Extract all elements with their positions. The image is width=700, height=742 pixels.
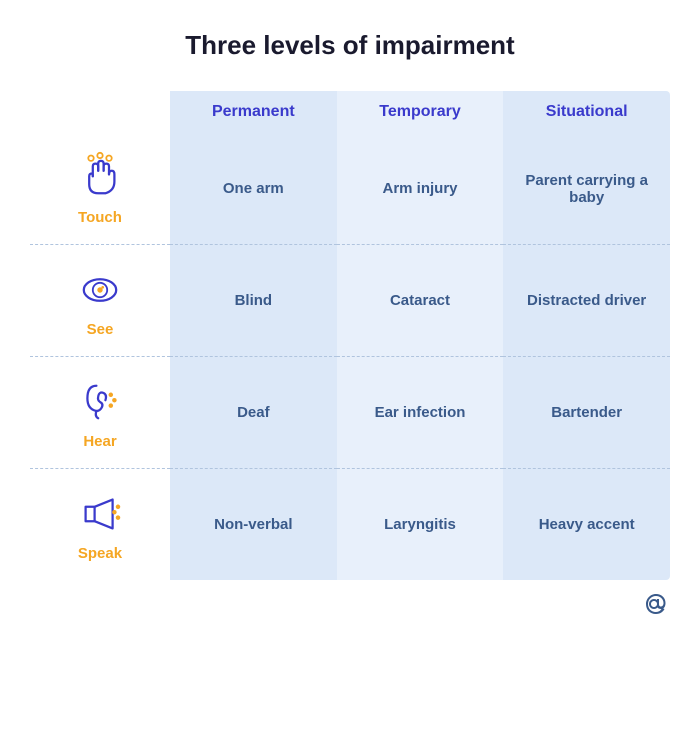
- speak-situational: Heavy accent: [503, 469, 670, 580]
- header-permanent: Permanent: [170, 91, 337, 133]
- impairment-table: Permanent Temporary Situational Touch On…: [30, 91, 670, 580]
- row-icon-speak: Speak: [30, 469, 170, 580]
- page-title: Three levels of impairment: [185, 30, 514, 61]
- footer-logo: [642, 590, 670, 623]
- speak-label: Speak: [78, 545, 122, 562]
- see-temporary: Cataract: [337, 245, 504, 357]
- speak-permanent: Non-verbal: [170, 469, 337, 580]
- see-situational: Distracted driver: [503, 245, 670, 357]
- header-situational: Situational: [503, 91, 670, 133]
- header-temporary: Temporary: [337, 91, 504, 133]
- hear-temporary: Ear infection: [337, 357, 504, 469]
- header-empty-cell: [30, 91, 170, 133]
- row-icon-touch: Touch: [30, 133, 170, 245]
- touch-temporary: Arm injury: [337, 133, 504, 245]
- see-permanent: Blind: [170, 245, 337, 357]
- speak-icon: [73, 487, 127, 541]
- hear-permanent: Deaf: [170, 357, 337, 469]
- row-icon-see: See: [30, 245, 170, 357]
- hear-label: Hear: [83, 433, 116, 450]
- speak-temporary: Laryngitis: [337, 469, 504, 580]
- row-icon-hear: Hear: [30, 357, 170, 469]
- hear-icon: [73, 375, 127, 429]
- touch-situational: Parent carrying a baby: [503, 133, 670, 245]
- touch-permanent: One arm: [170, 133, 337, 245]
- touch-icon: [73, 151, 127, 205]
- hear-situational: Bartender: [503, 357, 670, 469]
- touch-label: Touch: [78, 209, 122, 226]
- see-label: See: [87, 321, 114, 338]
- see-icon: [73, 263, 127, 317]
